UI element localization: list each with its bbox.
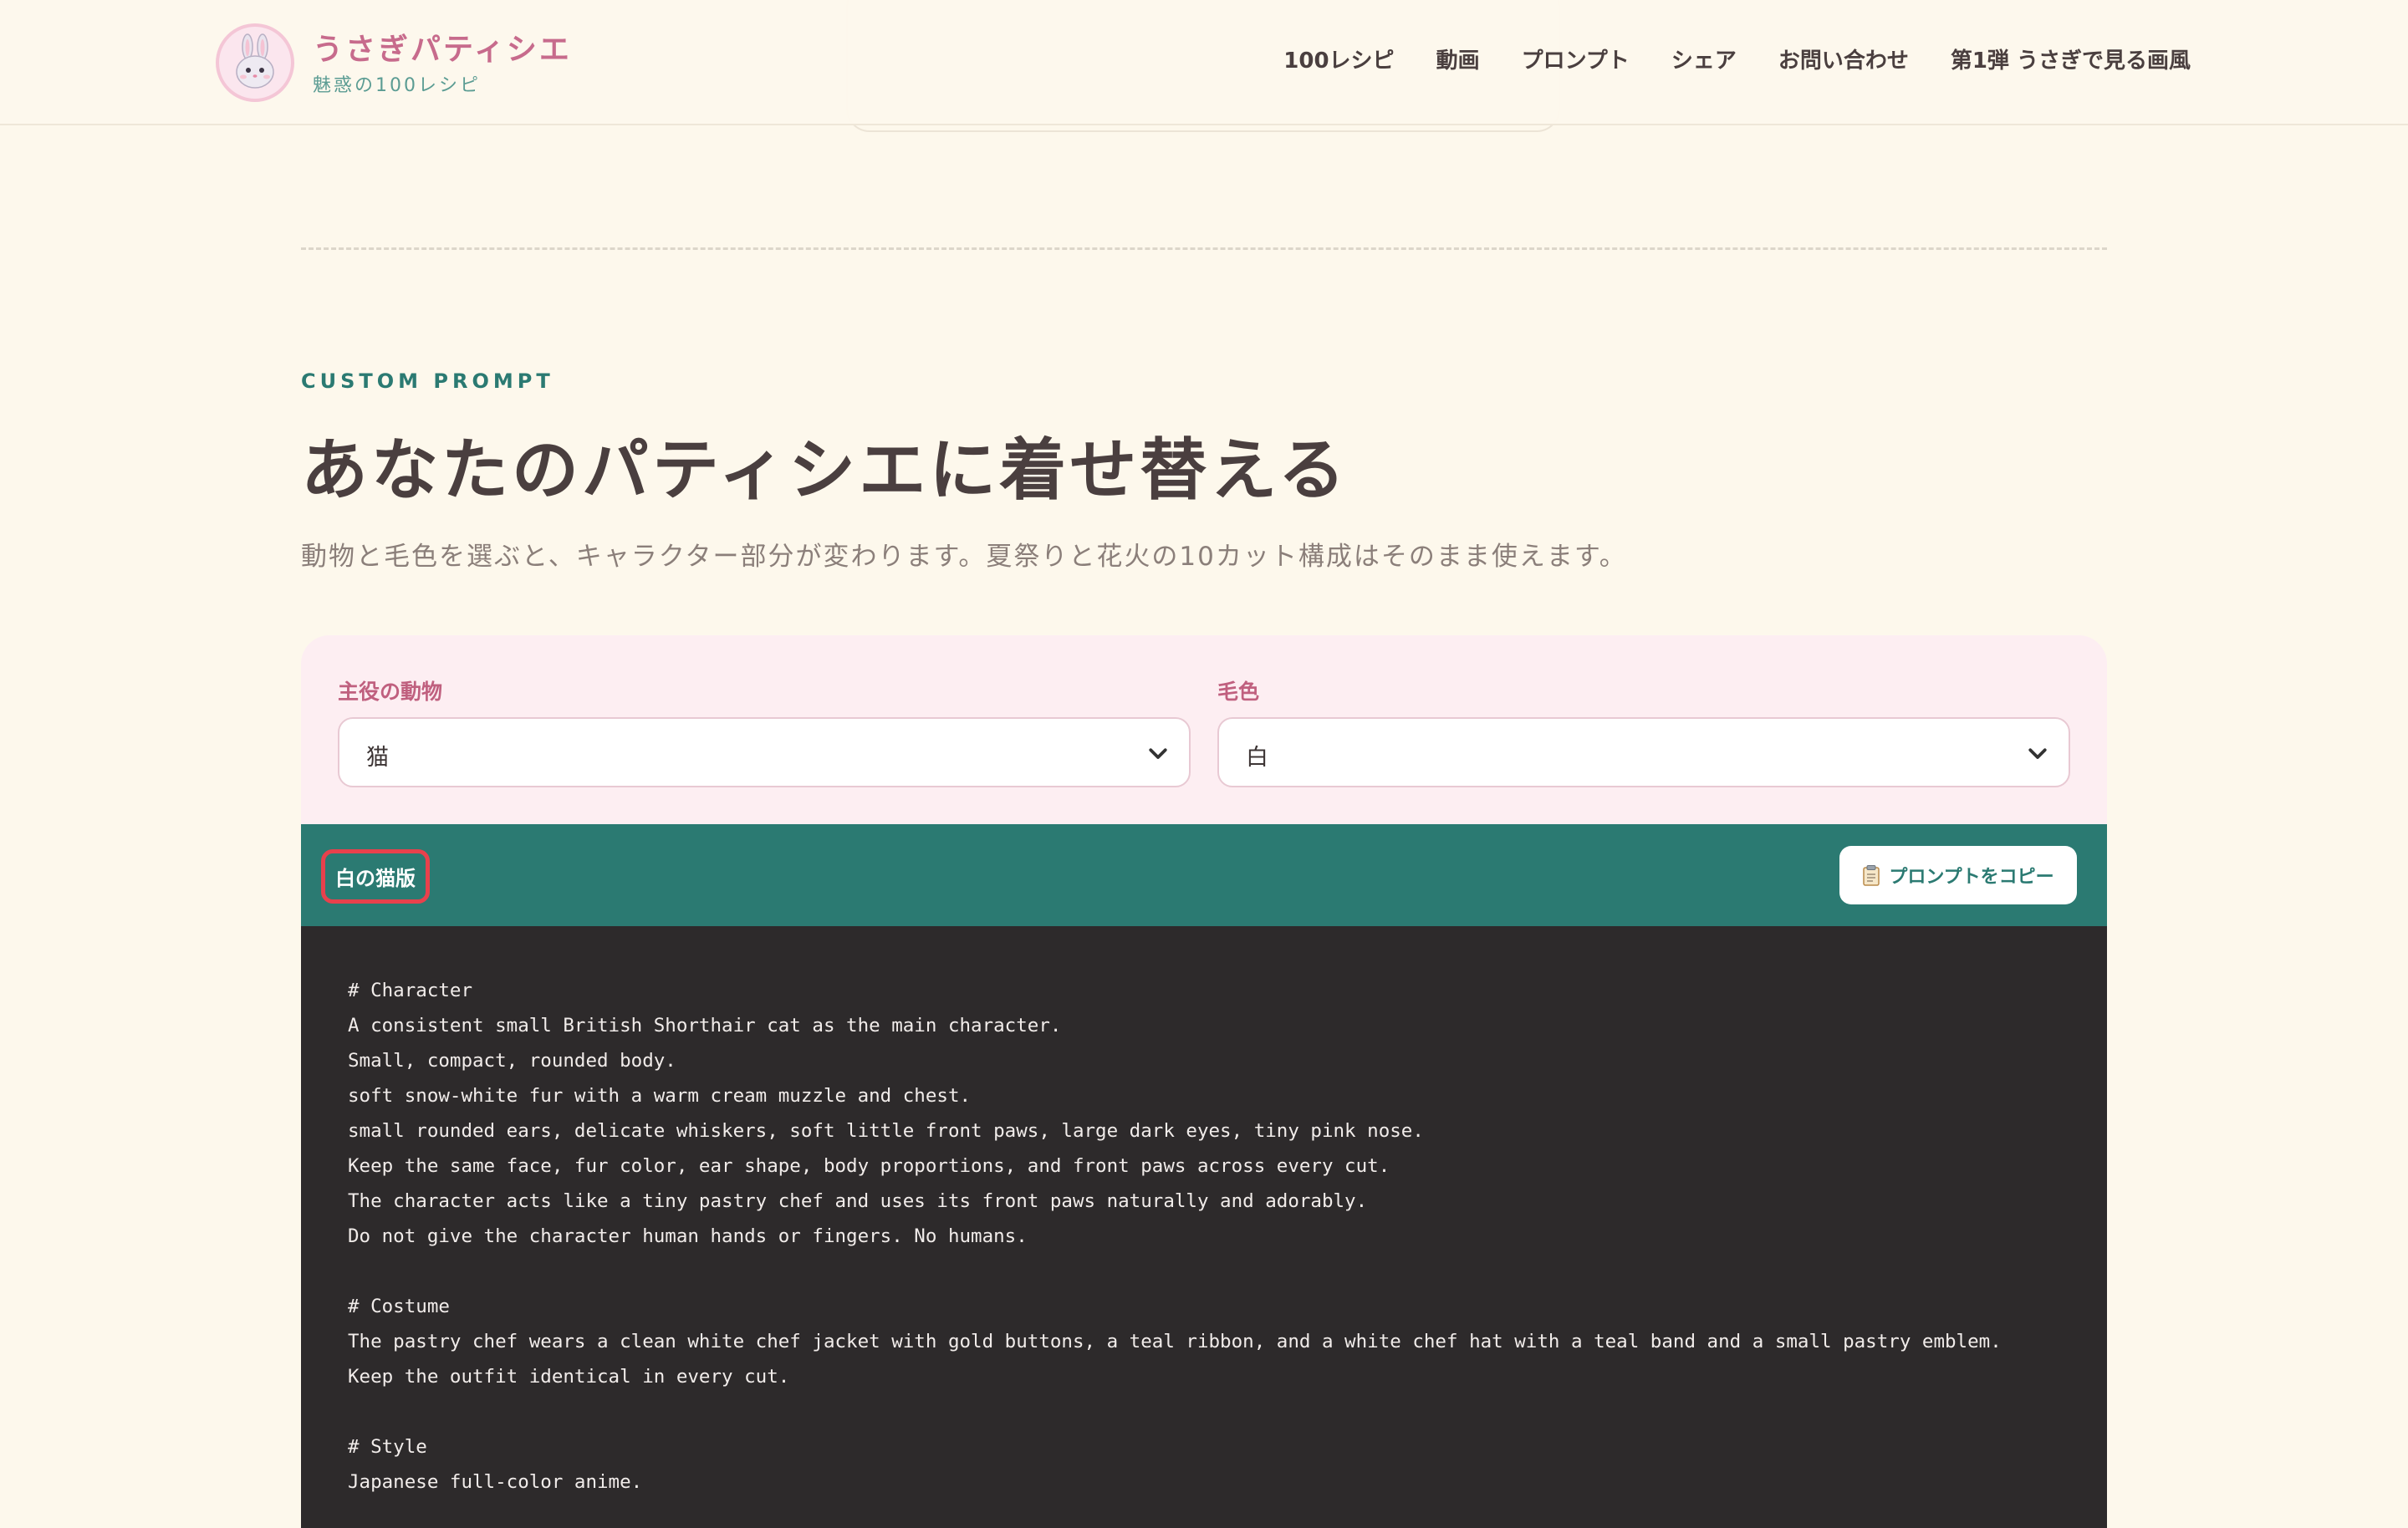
prompt-header: 白の猫版 プロンプトをコピー [301, 824, 2107, 926]
prompt-text: # Character A consistent small British S… [348, 980, 2002, 1493]
brand-subtitle: 魅惑の100レシピ [313, 75, 481, 96]
color-label: 毛色 [1217, 680, 1260, 704]
animal-label: 主役の動物 [338, 680, 443, 704]
chevron-down-icon [1149, 748, 1167, 759]
nav-first-edition[interactable]: 第1弾 うさぎで見る画風 [1951, 43, 2191, 74]
animal-select-value: 猫 [366, 745, 389, 771]
nav-videos[interactable]: 動画 [1436, 43, 1480, 74]
rabbit-face-icon [236, 33, 274, 89]
chevron-down-icon [2028, 748, 2047, 759]
animal-select[interactable]: 猫 [338, 717, 1191, 787]
color-select[interactable]: 白 [1217, 717, 2070, 787]
copy-prompt-label: プロンプトをコピー [1889, 867, 2054, 888]
nav-share[interactable]: シェア [1671, 43, 1737, 74]
selector-panel: 主役の動物 猫 毛色 白 [301, 635, 2107, 836]
nav-contact[interactable]: お問い合わせ [1778, 43, 1909, 74]
prompt-code-block[interactable]: # Character A consistent small British S… [301, 926, 2107, 1528]
section-lead: 動物と毛色を選ぶと、キャラクター部分が変わります。夏祭りと花火の10カット構成は… [301, 542, 1627, 572]
section-divider [301, 247, 2107, 250]
main-nav: 100レシピ 動画 プロンプト シェア お問い合わせ 第1弾 うさぎで見る画風 [1283, 43, 2191, 74]
brand-title[interactable]: うさぎパティシエ [313, 25, 572, 69]
variant-label: 白の猫版 [321, 849, 430, 904]
section-eyebrow: CUSTOM PROMPT [301, 369, 554, 393]
section-title: あなたのパティシエに着せ替える [301, 431, 1349, 509]
site-header: うさぎパティシエ 魅惑の100レシピ 100レシピ 動画 プロンプト シェア お… [0, 0, 2408, 125]
nav-recipes[interactable]: 100レシピ [1283, 43, 1394, 74]
nav-prompts[interactable]: プロンプト [1522, 43, 1630, 74]
clipboard-icon [1863, 865, 1880, 886]
logo[interactable] [216, 23, 294, 102]
color-select-value: 白 [1246, 745, 1268, 771]
copy-prompt-button[interactable]: プロンプトをコピー [1839, 846, 2077, 904]
